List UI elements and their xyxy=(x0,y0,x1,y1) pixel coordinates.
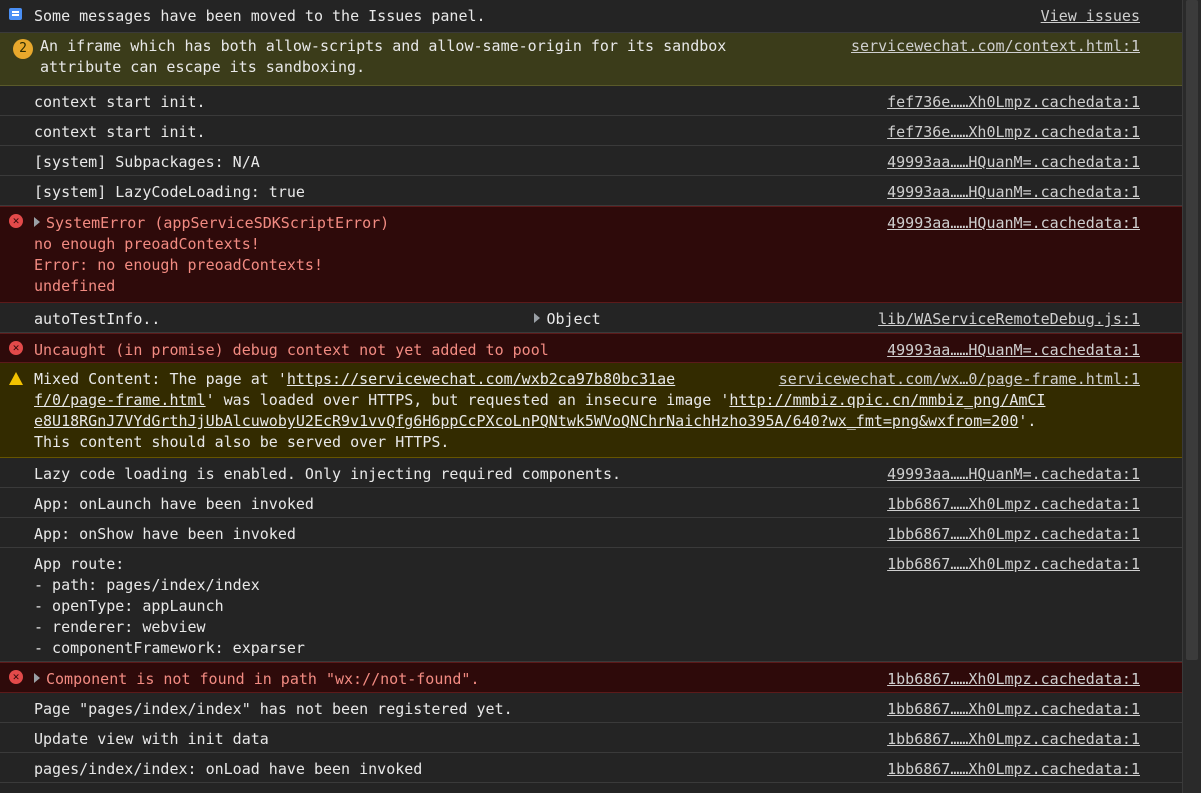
log-row: Update view with init data 1bb6867……Xh0L… xyxy=(0,723,1183,753)
source-link[interactable]: 1bb6867……Xh0Lmpz.cachedata:1 xyxy=(887,729,1140,750)
warning-mid: ' was loaded over HTTPS, but requested a… xyxy=(205,391,730,409)
scrollbar-thumb[interactable] xyxy=(1186,0,1198,660)
log-row: context start init. fef736e……Xh0Lmpz.cac… xyxy=(0,86,1183,116)
image-url-link[interactable]: http://mmbiz.qpic.cn/mmbiz_png/AmCI xyxy=(729,391,1045,409)
error-line: no enough preoadContexts! xyxy=(34,235,260,253)
source-link[interactable]: 1bb6867……Xh0Lmpz.cachedata:1 xyxy=(887,669,1140,690)
issue-text-line2: attribute can escape its sandboxing. xyxy=(40,58,366,76)
log-text: Update view with init data xyxy=(34,730,269,748)
error-line: undefined xyxy=(34,277,116,295)
app-route-row: App route: - path: pages/index/index - o… xyxy=(0,548,1183,662)
log-row: context start init. fef736e……Xh0Lmpz.cac… xyxy=(0,116,1183,146)
route-line: - renderer: webview xyxy=(34,618,206,636)
log-row: autoTestInfo.. Object lib/WAServiceRemote… xyxy=(0,303,1183,333)
source-link[interactable]: 1bb6867……Xh0Lmpz.cachedata:1 xyxy=(887,524,1140,545)
log-text: context start init. xyxy=(34,93,206,111)
log-row: [system] Subpackages: N/A 49993aa……HQuan… xyxy=(0,146,1183,176)
source-link[interactable]: 49993aa……HQuanM=.cachedata:1 xyxy=(887,152,1140,173)
source-link[interactable]: lib/WAServiceRemoteDebug.js:1 xyxy=(878,309,1140,330)
error-title[interactable]: SystemError (appServiceSDKScriptError) xyxy=(46,214,389,232)
source-link[interactable]: 49993aa……HQuanM=.cachedata:1 xyxy=(887,213,1140,234)
log-row: App: onShow have been invoked 1bb6867……X… xyxy=(0,518,1183,548)
log-text: pages/index/index: onLoad have been invo… xyxy=(34,760,423,778)
log-text: context start init. xyxy=(34,123,206,141)
expand-triangle-icon[interactable] xyxy=(534,313,541,323)
source-link[interactable]: 49993aa……HQuanM=.cachedata:1 xyxy=(887,340,1140,361)
log-row: Lazy code loading is enabled. Only injec… xyxy=(0,458,1183,488)
source-link[interactable]: fef736e……Xh0Lmpz.cachedata:1 xyxy=(887,122,1140,143)
scrollbar[interactable] xyxy=(1182,0,1201,793)
message-icon xyxy=(9,8,22,20)
warning-icon xyxy=(9,372,23,385)
error-icon: ✕ xyxy=(9,214,23,228)
source-link[interactable]: 1bb6867……Xh0Lmpz.cachedata:1 xyxy=(887,494,1140,515)
source-link[interactable]: 49993aa……HQuanM=.cachedata:1 xyxy=(887,182,1140,203)
expand-triangle-icon[interactable] xyxy=(34,673,40,683)
image-url-link-cont[interactable]: e8U18RGnJ7VYdGrthJjUbAlcuwobyU2EcR9v1vvQ… xyxy=(34,412,1018,430)
log-row: [system] LazyCodeLoading: true 49993aa……… xyxy=(0,176,1183,206)
log-text: App: onShow have been invoked xyxy=(34,525,296,543)
issue-count-badge: 2 xyxy=(13,39,33,59)
warning-end: '. xyxy=(1018,412,1037,430)
log-text: Page "pages/index/index" has not been re… xyxy=(34,700,513,718)
log-text: [system] LazyCodeLoading: true xyxy=(34,183,305,201)
uncaught-error-message: ✕ Uncaught (in promise) debug context no… xyxy=(0,333,1183,363)
source-link[interactable]: 1bb6867……Xh0Lmpz.cachedata:1 xyxy=(887,554,1140,575)
expand-triangle-icon[interactable] xyxy=(34,217,40,227)
warning-line4: This content should also be served over … xyxy=(34,433,450,451)
system-error-message: ✕ SystemError (appServiceSDKScriptError)… xyxy=(0,206,1183,303)
error-text: Uncaught (in promise) debug context not … xyxy=(34,341,549,359)
warning-prefix: Mixed Content: The page at ' xyxy=(34,370,287,388)
source-link[interactable]: 49993aa……HQuanM=.cachedata:1 xyxy=(887,464,1140,485)
error-icon: ✕ xyxy=(9,670,23,684)
log-text: autoTestInfo.. xyxy=(34,310,161,328)
object-label[interactable]: Object xyxy=(546,310,600,328)
log-text: [system] Subpackages: N/A xyxy=(34,153,260,171)
log-row: pages/index/index: onLoad have been invo… xyxy=(0,753,1183,783)
warning-line2: f/0/page-frame.html' was loaded over HTT… xyxy=(34,390,1183,411)
route-line: - componentFramework: exparser xyxy=(34,639,305,657)
log-row: App: onLaunch have been invoked 1bb6867…… xyxy=(0,488,1183,518)
source-link[interactable]: 1bb6867……Xh0Lmpz.cachedata:1 xyxy=(887,699,1140,720)
source-link[interactable]: fef736e……Xh0Lmpz.cachedata:1 xyxy=(887,92,1140,113)
source-link[interactable]: servicewechat.com/wx…0/page-frame.html:1 xyxy=(779,369,1140,390)
component-error-message: ✕ Component is not found in path "wx://n… xyxy=(0,662,1183,693)
issues-moved-message: Some messages have been moved to the Iss… xyxy=(0,0,1183,33)
console-panel: Some messages have been moved to the Iss… xyxy=(0,0,1183,793)
view-issues-link[interactable]: View issues xyxy=(1041,6,1140,27)
route-line: - path: pages/index/index xyxy=(34,576,260,594)
error-icon: ✕ xyxy=(9,341,23,355)
message-text: Some messages have been moved to the Iss… xyxy=(34,7,486,25)
log-text: App: onLaunch have been invoked xyxy=(34,495,314,513)
error-line: Component is not found in path "wx://not… xyxy=(34,670,849,688)
source-link[interactable]: 1bb6867……Xh0Lmpz.cachedata:1 xyxy=(887,759,1140,780)
mixed-content-warning: Mixed Content: The page at 'https://serv… xyxy=(0,363,1183,458)
page-url-link[interactable]: https://servicewechat.com/wxb2ca97b80bc3… xyxy=(287,370,675,388)
error-text[interactable]: Component is not found in path "wx://not… xyxy=(46,670,479,688)
error-line: Error: no enough preoadContexts! xyxy=(34,256,323,274)
log-text: Lazy code loading is enabled. Only injec… xyxy=(34,465,621,483)
warning-line3: e8U18RGnJ7VYdGrthJjUbAlcuwobyU2EcR9v1vvQ… xyxy=(34,411,1183,432)
log-row: Page "pages/index/index" has not been re… xyxy=(0,693,1183,723)
source-link[interactable]: servicewechat.com/context.html:1 xyxy=(851,36,1140,57)
page-url-link-cont[interactable]: f/0/page-frame.html xyxy=(34,391,206,409)
issue-message: 2 An iframe which has both allow-scripts… xyxy=(0,33,1183,86)
route-line: - openType: appLaunch xyxy=(34,597,224,615)
